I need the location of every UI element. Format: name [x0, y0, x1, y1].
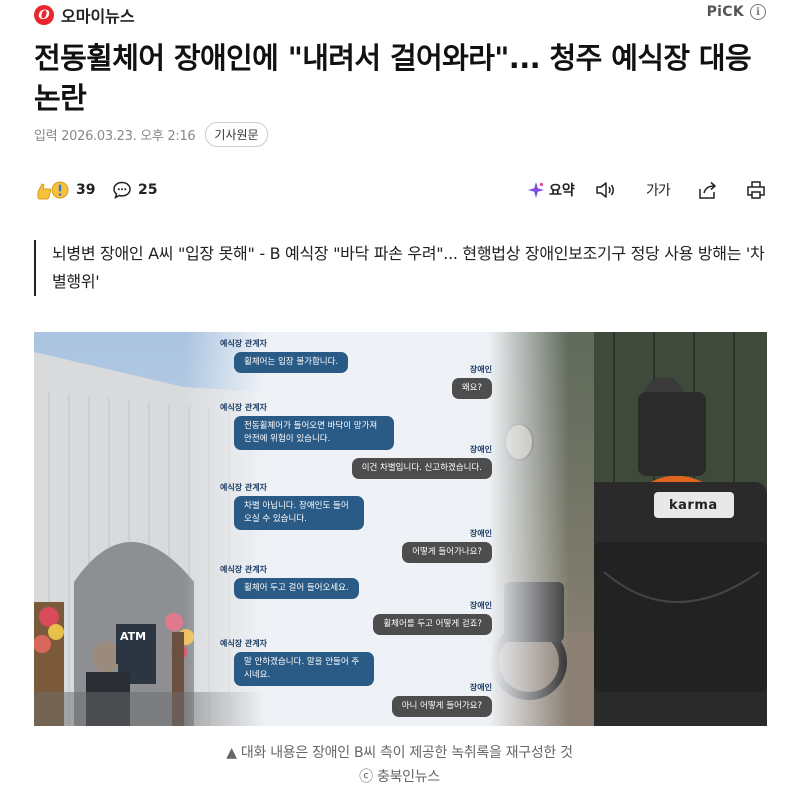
comment-icon — [113, 181, 131, 199]
share-icon — [699, 181, 716, 199]
chat-bubble: 아니 어떻게 들어가요? — [391, 696, 492, 717]
reaction-button[interactable]: 39 — [34, 176, 95, 204]
speaker-icon — [596, 182, 614, 198]
chat-message: 예식장 관계자 휠체어 두고 걸어 들어오세요. — [220, 564, 359, 599]
chat-bubble: 어떻게 들어가나요? — [402, 542, 492, 563]
chat-speaker: 장애인 — [469, 529, 492, 538]
top-bar: O 오마이뉴스 PiCK i — [34, 0, 766, 26]
share-button[interactable] — [697, 178, 719, 202]
brand-link[interactable]: O 오마이뉴스 — [34, 3, 135, 27]
chat-speaker: 장애인 — [469, 445, 492, 454]
info-icon[interactable]: i — [750, 4, 766, 20]
chat-speaker: 장애인 — [469, 365, 492, 374]
summary-button[interactable]: 요약 — [527, 178, 575, 202]
chat-message: 장애인 어떻게 들어가나요? — [402, 528, 492, 563]
chat-message: 예식장 관계자 차별 아닙니다. 장애인도 들어오실 수 있습니다. — [220, 482, 364, 530]
original-article-button[interactable]: 기사원문 — [205, 121, 268, 147]
pick-label: PiCK — [706, 4, 744, 20]
chat-bubble: 휠체어 두고 걸어 들어오세요. — [234, 578, 359, 599]
atm-sign: ATM — [120, 630, 147, 643]
wheelchair-brand-label: karma — [669, 498, 718, 513]
chat-message: 장애인 왜요? — [451, 364, 492, 399]
sparkle-icon — [528, 182, 544, 198]
chat-speaker: 예식장 관계자 — [220, 339, 267, 348]
font-size-button[interactable]: 가가 — [646, 178, 671, 202]
chat-speaker: 예식장 관계자 — [220, 403, 267, 412]
print-icon — [747, 181, 765, 199]
chat-bubble: 차별 아닙니다. 장애인도 들어오실 수 있습니다. — [234, 496, 364, 530]
pick-badge[interactable]: PiCK i — [707, 4, 766, 20]
listen-button[interactable] — [595, 178, 617, 202]
chat-bubble: 말 안하겠습니다. 말을 안들어 주시네요. — [234, 652, 374, 686]
print-button[interactable] — [746, 178, 766, 202]
action-bar: 39 25 요약 가가 — [34, 176, 766, 204]
chat-speaker: 예식장 관계자 — [220, 565, 267, 574]
chat-speaker: 장애인 — [469, 601, 492, 610]
chat-bubble: 휠체어를 두고 어떻게 걷죠? — [373, 614, 492, 635]
chat-message: 장애인 이건 차별입니다. 신고하겠습니다. — [351, 444, 492, 479]
article-photo: ATM karma 예식장 관계자 휠체어는 입장 불가합니다. 장애인 왜요?… — [34, 332, 767, 726]
article-meta: 입력 2026.03.23. 오후 2:16 기사원문 — [34, 121, 268, 147]
reaction-emoji-icon — [37, 181, 69, 200]
chat-message: 예식장 관계자 전동휠체어가 들어오면 바닥이 망가져 안전에 위험이 있습니다… — [220, 402, 394, 450]
chat-bubble: 이건 차별입니다. 신고하겠습니다. — [351, 458, 492, 479]
chat-speaker: 예식장 관계자 — [220, 483, 267, 492]
comment-button[interactable]: 25 — [112, 176, 157, 204]
brand-logo-icon: O — [34, 5, 54, 25]
article-headline: 전동휠체어 장애인에 "내려서 걸어와라"... 청주 예식장 대응 논란 — [34, 41, 752, 115]
chat-bubble: 왜요? — [451, 378, 492, 399]
article-lede: 뇌병변 장애인 A씨 "입장 못해" - B 예식장 "바닥 파손 우려"...… — [34, 240, 774, 296]
chat-speaker: 예식장 관계자 — [220, 639, 267, 648]
reaction-count: 39 — [76, 182, 96, 198]
chat-speaker: 장애인 — [469, 683, 492, 692]
publish-date: 입력 2026.03.23. 오후 2:16 — [34, 128, 196, 144]
chat-message: 예식장 관계자 말 안하겠습니다. 말을 안들어 주시네요. — [220, 638, 374, 686]
photo-caption: ▲ 대화 내용은 장애인 B씨 측이 제공한 녹취록을 재구성한 것 — [226, 745, 573, 761]
chat-message: 예식장 관계자 휠체어는 입장 불가합니다. — [220, 338, 349, 373]
chat-message: 장애인 아니 어떻게 들어가요? — [391, 682, 492, 717]
photo-credit: ⓒ 충북인뉴스 — [359, 769, 440, 785]
comment-count: 25 — [138, 182, 158, 198]
chat-bubble: 휠체어는 입장 불가합니다. — [234, 352, 349, 373]
brand-name: 오마이뉴스 — [61, 7, 135, 26]
summary-label: 요약 — [549, 183, 575, 199]
font-size-label: 가가 — [646, 183, 671, 199]
chat-message: 장애인 휠체어를 두고 어떻게 걷죠? — [373, 600, 492, 635]
chat-transcript: 예식장 관계자 휠체어는 입장 불가합니다. 장애인 왜요? 예식장 관계자 전… — [220, 332, 500, 726]
